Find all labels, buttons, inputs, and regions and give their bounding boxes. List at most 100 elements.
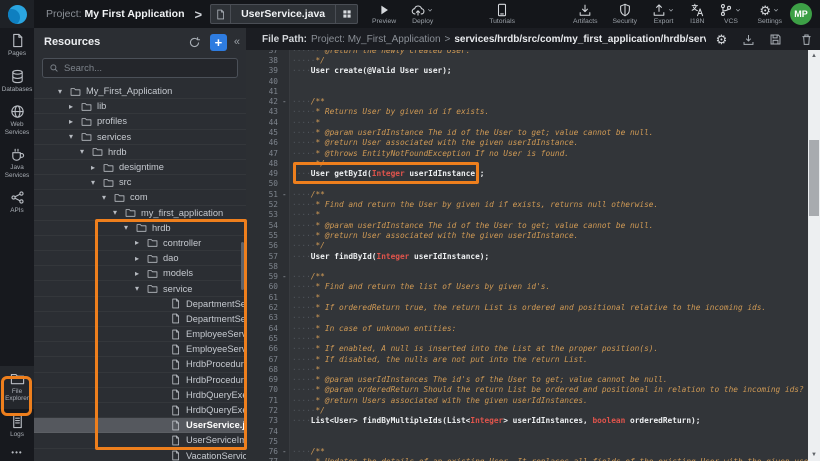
fold-marker xyxy=(278,210,292,220)
tree-item-designtime[interactable]: ▸designtime xyxy=(34,160,246,175)
save-file-icon[interactable] xyxy=(768,32,783,47)
fold-marker[interactable]: - xyxy=(278,447,292,457)
fold-marker xyxy=(278,107,292,117)
tree-item-hrdb[interactable]: ▾hrdb xyxy=(34,145,246,160)
fold-marker xyxy=(278,282,292,292)
code-line-55: 55·····* @return User associated with th… xyxy=(246,231,808,241)
tree-expand-arrow-icon[interactable]: ▾ xyxy=(91,178,103,187)
folder-icon xyxy=(147,253,158,264)
filepath-bar: File Path: Project: My_First_Application… xyxy=(246,28,820,50)
tree-expand-arrow-icon[interactable]: ▾ xyxy=(113,208,125,217)
add-resource-button[interactable]: + xyxy=(210,34,227,51)
tree-item-service[interactable]: ▾service xyxy=(34,281,246,296)
tutorials-button[interactable]: Tutorials xyxy=(489,3,515,25)
tree-collapse-arrow-icon[interactable]: ▸ xyxy=(91,163,103,172)
settings-gear-icon[interactable]: ⚙ xyxy=(714,32,729,47)
tree-item-departmentserviceimpl-java[interactable]: DepartmentServiceImpl.java xyxy=(34,312,246,327)
editor-scrollbar-thumb[interactable] xyxy=(809,140,819,216)
line-number: 46 xyxy=(246,138,278,148)
tree-expand-arrow-icon[interactable]: ▾ xyxy=(102,193,114,202)
tree-item-hrdbprocedureexecutorserviceimpl-java[interactable]: HrdbProcedureExecutorServiceImpl.java xyxy=(34,373,246,388)
tree-expand-arrow-icon[interactable]: ▾ xyxy=(135,284,147,293)
file-icon xyxy=(170,344,181,355)
tree-item-employeeservice-java[interactable]: EmployeeService.java xyxy=(34,327,246,342)
tree-item-hrdbqueryexecutorservice-java[interactable]: HrdbQueryExecutorService.java xyxy=(34,388,246,403)
sidebar-item-logs[interactable]: Logs xyxy=(0,409,34,445)
resources-header: Resources + « xyxy=(34,28,246,56)
code-line-45: 45·····* @param userIdInstance The id of… xyxy=(246,128,808,138)
scroll-up-arrow-icon[interactable]: ▲ xyxy=(808,50,820,62)
vcs-button[interactable]: VCS xyxy=(719,3,742,25)
tree-item-services[interactable]: ▾services xyxy=(34,130,246,145)
deploy-button[interactable]: Deploy xyxy=(411,3,434,25)
code-line-73: 73····List<User> findByMultipleIds(List<… xyxy=(246,416,808,426)
tree-item-my-first-application[interactable]: ▾My_First_Application xyxy=(34,84,246,99)
preview-button[interactable]: Preview xyxy=(372,3,396,25)
sidebar-item-databases[interactable]: Databases xyxy=(0,64,34,100)
artifacts-button[interactable]: Artifacts xyxy=(573,3,598,25)
code-content: 37·····* @return the newly created User.… xyxy=(246,50,808,461)
tree-expand-arrow-icon[interactable]: ▾ xyxy=(58,87,70,96)
tree-item-hrdb[interactable]: ▾hrdb xyxy=(34,221,246,236)
tree-item-src[interactable]: ▾src xyxy=(34,175,246,190)
sidebar-item-file-explorer[interactable]: File Explorer xyxy=(0,366,34,409)
tree-item-models[interactable]: ▸models xyxy=(34,266,246,281)
tree-collapse-arrow-icon[interactable]: ▸ xyxy=(69,117,81,126)
tab-userservice-java[interactable]: UserService.java xyxy=(210,4,358,24)
app-logo[interactable] xyxy=(0,0,34,28)
sidebar-item-apis[interactable]: APIs xyxy=(0,185,34,221)
sidebar-item-pages[interactable]: Pages xyxy=(0,28,34,64)
download-file-icon[interactable] xyxy=(741,32,756,47)
tree-item-lib[interactable]: ▸lib xyxy=(34,99,246,114)
tree-item-profiles[interactable]: ▸profiles xyxy=(34,114,246,129)
scroll-down-arrow-icon[interactable]: ▼ xyxy=(808,449,820,461)
tree-expand-arrow-icon[interactable]: ▾ xyxy=(69,132,81,141)
topbar: Project: My First Application > UserServ… xyxy=(0,0,820,28)
i18n-button[interactable]: I18N xyxy=(690,3,704,25)
export-button[interactable]: Export xyxy=(652,3,675,25)
tab-label: UserService.java xyxy=(231,8,335,20)
more-options-icon[interactable]: ••• xyxy=(0,444,34,459)
tree-expand-arrow-icon[interactable]: ▾ xyxy=(80,147,92,156)
tree-item-com[interactable]: ▾com xyxy=(34,190,246,205)
tree-expand-arrow-icon[interactable]: ▾ xyxy=(124,223,136,232)
refresh-icon[interactable] xyxy=(186,33,204,51)
tree-item-my-first-application[interactable]: ▾my_first_application xyxy=(34,206,246,221)
fold-marker xyxy=(278,324,292,334)
tree-scrollbar-thumb[interactable] xyxy=(241,242,244,290)
search-input[interactable] xyxy=(64,63,214,74)
tree-item-hrdbqueryexecutorserviceimpl-java[interactable]: HrdbQueryExecutorServiceImpl.java xyxy=(34,403,246,418)
tree-collapse-arrow-icon[interactable]: ▸ xyxy=(135,238,147,247)
fold-marker[interactable]: - xyxy=(278,272,292,282)
delete-file-icon[interactable] xyxy=(799,32,814,47)
tree-item-userservice-java[interactable]: UserService.java xyxy=(34,418,246,433)
fold-marker xyxy=(278,303,292,313)
line-number: 57 xyxy=(246,252,278,262)
editor-scrollbar[interactable]: ▲ ▼ xyxy=(808,50,820,461)
tree-collapse-arrow-icon[interactable]: ▸ xyxy=(135,254,147,263)
fold-marker[interactable]: - xyxy=(278,190,292,200)
tree-item-userserviceimpl-java[interactable]: UserServiceImpl.java xyxy=(34,433,246,448)
tree-item-employeeserviceimpl-java[interactable]: EmployeeServiceImpl.java xyxy=(34,342,246,357)
tree-item-dao[interactable]: ▸dao xyxy=(34,251,246,266)
grid-icon[interactable] xyxy=(335,5,357,23)
tree-item-controller[interactable]: ▸controller xyxy=(34,236,246,251)
folder-icon xyxy=(70,86,81,97)
settings-button[interactable]: ⚙Settings xyxy=(757,3,782,25)
tree-item-hrdbprocedureexecutorservice-java[interactable]: HrdbProcedureExecutorService.java xyxy=(34,357,246,372)
code-editor[interactable]: 37·····* @return the newly created User.… xyxy=(246,50,808,461)
folder-icon xyxy=(81,101,92,112)
fold-marker[interactable]: - xyxy=(278,97,292,107)
tree-collapse-arrow-icon[interactable]: ▸ xyxy=(135,269,147,278)
avatar[interactable]: MP xyxy=(790,3,812,25)
security-button[interactable]: Security xyxy=(613,3,638,25)
tree-item-departmentservice-java[interactable]: DepartmentService.java xyxy=(34,297,246,312)
tree-item-vacationservice-java[interactable]: VacationService.java xyxy=(34,449,246,461)
code-line-57: 57····User findById(Integer userIdInstan… xyxy=(246,252,808,262)
tree-collapse-arrow-icon[interactable]: ▸ xyxy=(69,102,81,111)
sidebar-item-web-services[interactable]: Web Services xyxy=(0,99,34,142)
line-number: 49 xyxy=(246,169,278,179)
collapse-panel-icon[interactable]: « xyxy=(234,36,240,48)
folder-icon xyxy=(114,192,125,203)
sidebar-item-java-services[interactable]: Java Services xyxy=(0,142,34,185)
